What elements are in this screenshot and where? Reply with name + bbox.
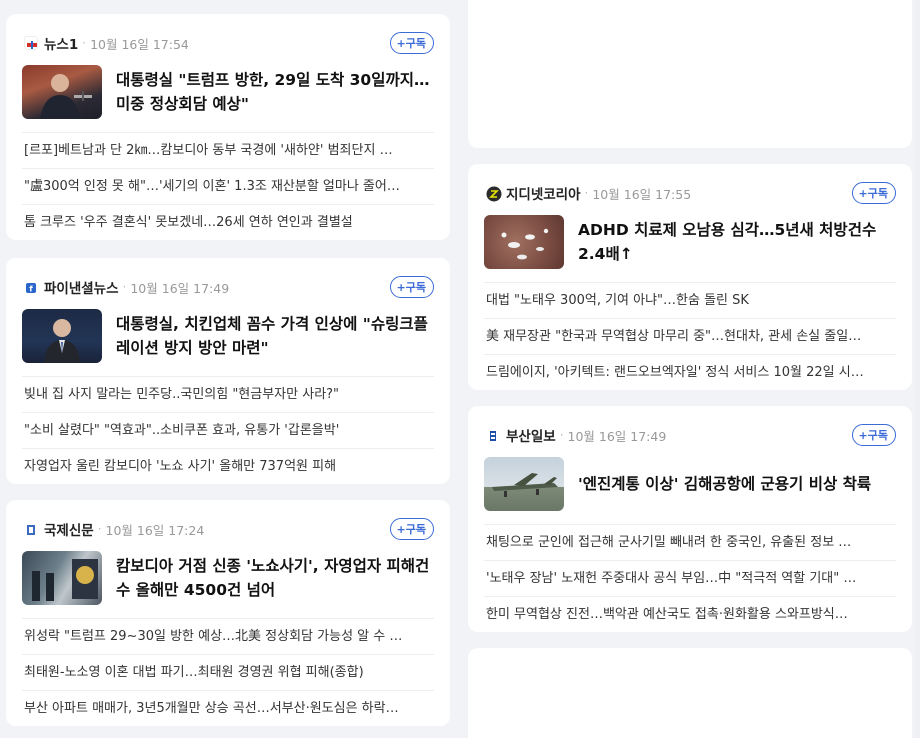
article-thumbnail[interactable] [22,551,102,605]
list-item[interactable]: 자영업자 울린 캄보디아 '노쇼 사기' 올해만 737억원 피해 [22,448,434,484]
main-article[interactable]: 대통령실, 치킨업체 꼼수 가격 인상에 "슈링크플레이션 방지 방안 마련" [22,306,434,366]
news-card-zdnet: 지디넷코리아 · 10월 16일 17:55 +구독 ADHD 치료제 오남용 … [468,164,912,390]
zdnet-logo-icon [486,186,502,202]
article-thumbnail[interactable] [484,215,564,269]
publish-time: 10월 16일 17:24 [105,522,205,538]
list-item[interactable]: 채팅으로 군인에 접근해 군사기밀 빼내려 한 중국인, 유출된 정보 … [484,524,896,560]
list-item[interactable]: "盧300억 인정 못 해"…'세기의 이혼' 1.3조 재산분할 얼마나 줄어… [22,168,434,204]
press-name[interactable]: 부산일보 [506,425,556,445]
subscribe-button[interactable]: +구독 [389,276,434,298]
separator-dot: · [122,280,127,294]
news-card-kookje: 국제신문 · 10월 16일 17:24 +구독 캄보디아 거점 신종 '노쇼사… [6,500,450,726]
list-item[interactable]: 美 재무장관 "한국과 무역협상 마무리 중"…현대차, 관세 손실 줄일… [484,318,896,354]
main-article[interactable]: 대통령실 "트럼프 방한, 29일 도착 30일까지…미중 정상회담 예상" [22,62,434,122]
article-list: 대법 "노태우 300억, 기여 아냐"…한숨 돌린 SK 美 재무장관 "한국… [484,282,896,390]
main-headline[interactable]: ADHD 치료제 오남용 심각…5년새 처방건수 2.4배↑ [578,218,896,266]
subscribe-button[interactable]: +구독 [851,424,896,446]
subscribe-button[interactable]: +구독 [389,32,434,54]
news-card-fnnews: f 파이낸셜뉴스 · 10월 16일 17:49 +구독 대통령실, 치킨업체 … [6,258,450,484]
main-article[interactable]: ADHD 치료제 오남용 심각…5년새 처방건수 2.4배↑ [484,212,896,272]
list-item[interactable]: 위성락 "트럼프 29~30일 방한 예상…北美 정상회담 가능성 알 수 … [22,618,434,654]
separator-dot: · [82,36,87,50]
press-name[interactable]: 지디넷코리아 [506,183,581,203]
publish-time: 10월 16일 17:55 [592,186,692,202]
press-name[interactable]: 파이낸셜뉴스 [44,277,119,297]
main-article[interactable]: '엔진계통 이상' 김해공항에 군용기 비상 착륙 [484,454,896,514]
publish-time: 10월 16일 17:49 [567,428,667,444]
publish-time: 10월 16일 17:49 [130,280,230,296]
card-header: 국제신문 · 10월 16일 17:24 +구독 [24,518,434,540]
press-name[interactable]: 국제신문 [44,519,94,539]
page-scrollbar[interactable] [914,0,920,738]
subscribe-button[interactable]: +구독 [851,182,896,204]
fnnews-logo-icon: f [24,280,38,294]
publish-time: 10월 16일 17:54 [90,36,189,52]
separator-dot: · [559,428,564,442]
news-card-news1: 뉴스1 · 10월 16일 17:54 +구독 대통령실 "트럼프 방한, 29… [6,14,450,240]
article-list: [르포]베트남과 단 2㎞…캄보디아 동부 국경에 '새하얀' 범죄단지 … "… [22,132,434,240]
subscribe-button[interactable]: +구독 [389,518,434,540]
main-article[interactable]: 캄보디아 거점 신종 '노쇼사기', 자영업자 피해건수 올해만 4500건 넘… [22,548,434,608]
list-item[interactable]: "소비 살렸다" "역효과"..소비쿠폰 효과, 유통가 '갑론을박' [22,412,434,448]
main-headline[interactable]: 대통령실, 치킨업체 꼼수 가격 인상에 "슈링크플레이션 방지 방안 마련" [116,312,434,360]
news1-logo-icon [24,36,38,50]
press-name[interactable]: 뉴스1 [44,33,78,53]
list-item[interactable]: 드림에이지, '아키텍트: 랜드오브엑자일' 정식 서비스 10월 22일 시… [484,354,896,390]
card-header: 뉴스1 · 10월 16일 17:54 +구독 [24,32,434,54]
article-list: 채팅으로 군인에 접근해 군사기밀 빼내려 한 중국인, 유출된 정보 … '노… [484,524,896,632]
list-item[interactable]: 한미 무역협상 진전…백악관 예산국도 접촉·원화활용 스와프방식… [484,596,896,632]
card-header: 부산일보 · 10월 16일 17:49 +구독 [486,424,896,446]
separator-dot: · [584,186,589,200]
main-headline[interactable]: 캄보디아 거점 신종 '노쇼사기', 자영업자 피해건수 올해만 4500건 넘… [116,554,434,602]
card-header: f 파이낸셜뉴스 · 10월 16일 17:49 +구독 [24,276,434,298]
svg-text:f: f [29,285,33,294]
busan-logo-icon [486,428,500,442]
main-headline[interactable]: '엔진계통 이상' 김해공항에 군용기 비상 착륙 [578,472,871,496]
blank-card-bottom [468,648,912,738]
main-headline[interactable]: 대통령실 "트럼프 방한, 29일 도착 30일까지…미중 정상회담 예상" [116,68,434,116]
list-item[interactable]: 부산 아파트 매매가, 3년5개월만 상승 곡선…서부산·원도심은 하락… [22,690,434,726]
news-card-busan: 부산일보 · 10월 16일 17:49 +구독 '엔진계통 이상' 김해공항에… [468,406,912,632]
list-item[interactable]: 빚내 집 사지 말라는 민주당..국민의힘 "현금부자만 사라?" [22,376,434,412]
list-item[interactable]: 대법 "노태우 300억, 기여 아냐"…한숨 돌린 SK [484,282,896,318]
card-header: 지디넷코리아 · 10월 16일 17:55 +구독 [486,182,896,204]
list-item[interactable]: 최태원-노소영 이혼 대법 파기…최태원 경영권 위협 피해(종합) [22,654,434,690]
article-thumbnail[interactable] [22,309,102,363]
article-thumbnail[interactable] [484,457,564,511]
kookje-logo-icon [24,522,38,536]
list-item[interactable]: [르포]베트남과 단 2㎞…캄보디아 동부 국경에 '새하얀' 범죄단지 … [22,132,434,168]
article-list: 위성락 "트럼프 29~30일 방한 예상…北美 정상회담 가능성 알 수 … … [22,618,434,726]
article-thumbnail[interactable] [22,65,102,119]
blank-card-top [468,0,912,148]
separator-dot: · [97,522,102,536]
list-item[interactable]: 톰 크루즈 '우주 결혼식' 못보겠네…26세 연하 연인과 결별설 [22,204,434,240]
list-item[interactable]: '노태우 장남' 노재헌 주중대사 공식 부임…中 "적극적 역할 기대" … [484,560,896,596]
article-list: 빚내 집 사지 말라는 민주당..국민의힘 "현금부자만 사라?" "소비 살렸… [22,376,434,484]
